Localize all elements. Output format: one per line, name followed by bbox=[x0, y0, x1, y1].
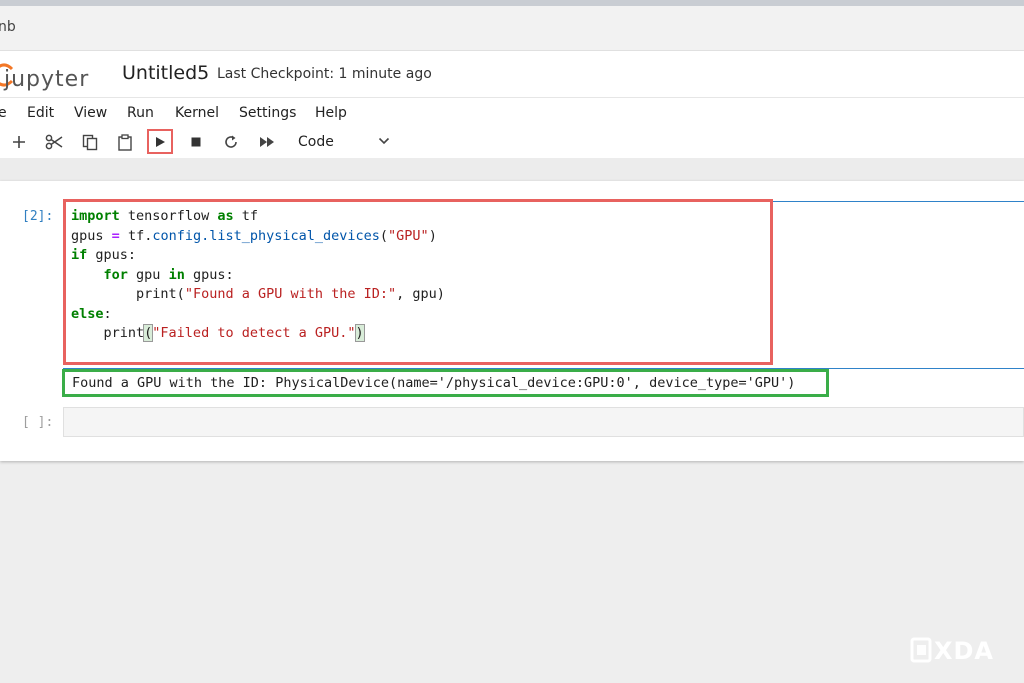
scissors-icon bbox=[45, 134, 63, 150]
cut-button[interactable] bbox=[41, 130, 67, 154]
menu-edit[interactable]: Edit bbox=[27, 105, 54, 121]
xda-watermark: XDA bbox=[910, 636, 1010, 666]
notebook-gutter bbox=[0, 158, 1024, 182]
copy-icon bbox=[82, 134, 98, 150]
notebook-toolbar: Code bbox=[0, 127, 1024, 159]
logo-wordmark: jupyter bbox=[4, 67, 90, 92]
empty-code-cell[interactable] bbox=[63, 407, 1024, 437]
tab-title[interactable]: nb bbox=[0, 19, 16, 35]
menu-view[interactable]: View bbox=[74, 105, 107, 121]
menu-settings[interactable]: Settings bbox=[239, 105, 296, 121]
copy-button[interactable] bbox=[77, 130, 103, 154]
watermark-text: XDA bbox=[934, 637, 994, 665]
empty-cell-prompt: [ ]: bbox=[22, 415, 54, 430]
cell-type-value: Code bbox=[298, 134, 334, 150]
code-highlight-box bbox=[63, 199, 773, 365]
cell-type-select[interactable]: Code bbox=[298, 134, 390, 152]
menu-run[interactable]: Run bbox=[127, 105, 154, 121]
cell-prompt: [2]: bbox=[22, 209, 54, 224]
notebook-title[interactable]: Untitled5 bbox=[122, 62, 209, 84]
chevron-down-icon bbox=[378, 137, 390, 145]
interrupt-kernel-button[interactable] bbox=[183, 130, 209, 154]
menu-kernel[interactable]: Kernel bbox=[175, 105, 219, 121]
run-all-button[interactable] bbox=[254, 130, 280, 154]
paste-button[interactable] bbox=[112, 130, 138, 154]
notebook-header: jupyter Untitled5 Last Checkpoint: 1 min… bbox=[0, 51, 1024, 97]
add-cell-button[interactable] bbox=[6, 130, 32, 154]
run-button-highlight bbox=[147, 129, 173, 154]
clipboard-icon bbox=[118, 133, 132, 151]
xda-logo: XDA bbox=[910, 637, 994, 665]
notebook-panel: [2]: import tensorflow as tf gpus = tf.c… bbox=[0, 181, 1024, 461]
last-checkpoint: Last Checkpoint: 1 minute ago bbox=[217, 66, 432, 82]
menu-bar: e Edit View Run Kernel Settings Help bbox=[0, 97, 1024, 129]
jupyter-logo[interactable]: jupyter bbox=[0, 59, 110, 92]
plus-icon bbox=[13, 136, 25, 148]
refresh-icon bbox=[225, 135, 237, 148]
menu-help[interactable]: Help bbox=[315, 105, 347, 121]
restart-kernel-button[interactable] bbox=[218, 130, 244, 154]
browser-tab-bar: nb bbox=[0, 6, 1024, 51]
output-highlight-box bbox=[62, 369, 829, 397]
menu-file[interactable]: e bbox=[0, 105, 7, 121]
stop-icon bbox=[191, 137, 201, 147]
fast-forward-icon bbox=[260, 137, 274, 147]
